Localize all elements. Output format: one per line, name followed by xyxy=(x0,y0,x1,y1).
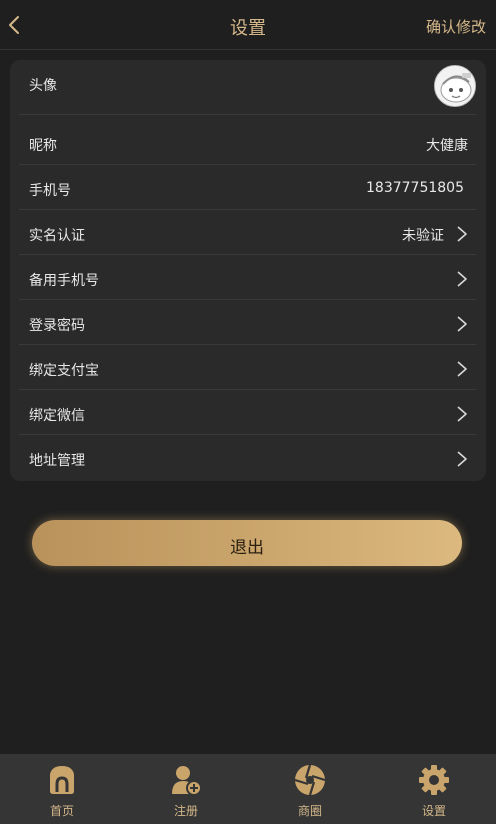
tab-settings-label: 设置 xyxy=(421,804,446,818)
chevron-right-icon xyxy=(457,451,467,467)
top-bar: 设置 确认修改 xyxy=(0,0,496,50)
confirm-edit-button[interactable]: 确认修改 xyxy=(426,16,486,37)
chevron-right-icon xyxy=(457,271,467,287)
address-management-label: 地址管理 xyxy=(29,453,85,469)
tab-home[interactable]: 首页 xyxy=(0,754,124,824)
avatar-row[interactable]: 头像 xyxy=(19,60,476,115)
address-management-row[interactable]: 地址管理 xyxy=(19,435,476,481)
chevron-right-icon xyxy=(457,406,467,422)
phone-value: 18377751805 xyxy=(366,180,464,196)
bottom-tab-bar: 首页 注册 商圈 设置 xyxy=(0,754,496,824)
logout-button[interactable]: 退出 xyxy=(32,520,462,566)
phone-row: 手机号 18377751805 xyxy=(19,165,476,210)
tab-business-circle[interactable]: 商圈 xyxy=(248,754,372,824)
login-password-row[interactable]: 登录密码 xyxy=(19,300,476,345)
bind-alipay-label: 绑定支付宝 xyxy=(29,363,99,379)
tab-register-label: 注册 xyxy=(173,804,198,818)
bind-alipay-row[interactable]: 绑定支付宝 xyxy=(19,345,476,390)
aperture-icon xyxy=(294,764,326,796)
bind-wechat-label: 绑定微信 xyxy=(29,408,85,424)
phone-label: 手机号 xyxy=(29,183,71,199)
settings-card: 头像 昵称 大健康 手机号 18377751805 实名认证 未验证 备用手机号… xyxy=(10,60,486,481)
bind-wechat-row[interactable]: 绑定微信 xyxy=(19,390,476,435)
realname-label: 实名认证 xyxy=(29,228,85,244)
add-user-icon xyxy=(172,766,202,796)
avatar[interactable] xyxy=(434,65,476,107)
tab-settings[interactable]: 设置 xyxy=(372,754,496,824)
chevron-right-icon xyxy=(457,316,467,332)
nickname-row[interactable]: 昵称 大健康 xyxy=(19,115,476,165)
page-title: 设置 xyxy=(230,18,266,39)
gear-icon xyxy=(419,765,449,795)
realname-status: 未验证 xyxy=(402,228,444,244)
avatar-face-icon xyxy=(435,66,475,106)
nickname-value: 大健康 xyxy=(426,138,468,154)
tab-home-label: 首页 xyxy=(49,804,74,818)
login-password-label: 登录密码 xyxy=(29,318,85,334)
avatar-label: 头像 xyxy=(29,78,57,94)
chevron-right-icon xyxy=(457,361,467,377)
chevron-right-icon xyxy=(457,226,467,242)
backup-phone-label: 备用手机号 xyxy=(29,273,99,289)
realname-verify-row[interactable]: 实名认证 未验证 xyxy=(19,210,476,255)
tab-business-circle-label: 商圈 xyxy=(297,804,322,818)
home-icon xyxy=(50,766,74,794)
logout-label: 退出 xyxy=(230,538,264,558)
tab-register[interactable]: 注册 xyxy=(124,754,248,824)
nickname-label: 昵称 xyxy=(29,138,57,154)
backup-phone-row[interactable]: 备用手机号 xyxy=(19,255,476,300)
